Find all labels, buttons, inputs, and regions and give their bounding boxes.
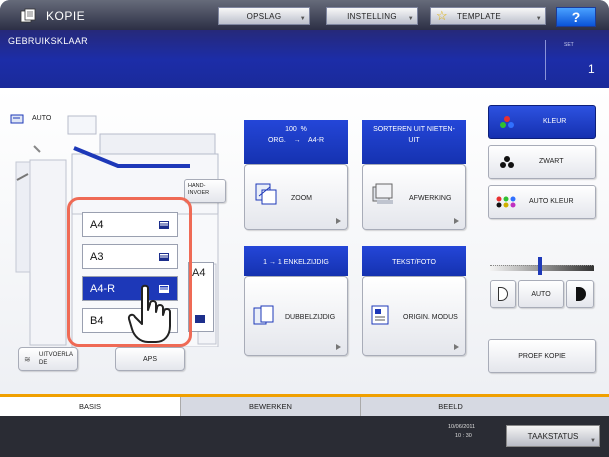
duplex-label: DUBBELZIJDIG: [285, 314, 336, 321]
side-tray-indicator: [195, 315, 205, 323]
original-mode-status-text: TEKST/FOTO: [392, 259, 436, 266]
aps-label: APS: [142, 355, 157, 363]
zoom-icon: [255, 183, 277, 205]
opslag-button[interactable]: OPSLAG ▼: [218, 7, 310, 25]
template-label: TEMPLATE: [457, 11, 502, 21]
original-mode-status: TEKST/FOTO: [362, 246, 466, 276]
half-circle-dark-icon: [576, 287, 586, 301]
copy-count: 1: [588, 62, 595, 76]
app-title: KOPIE: [46, 9, 86, 23]
kleur-label: KLEUR: [543, 118, 567, 125]
output-tray-label: UITVOERLA DE: [39, 352, 74, 366]
instelling-label: INSTELLING: [347, 11, 397, 21]
chevron-down-icon: ▼: [590, 438, 596, 444]
density-marker[interactable]: [538, 257, 542, 275]
density-darker-button[interactable]: [566, 280, 594, 308]
zwart-button[interactable]: ZWART: [488, 145, 596, 179]
chevron-down-icon: ▼: [407, 16, 414, 22]
paper-indicator-icon: [159, 221, 169, 229]
tab-beeld-label: BEELD: [438, 402, 463, 411]
zwart-label: ZWART: [539, 158, 564, 165]
star-icon: ☆: [436, 8, 448, 23]
set-divider: [545, 40, 546, 80]
density-scale: [490, 265, 594, 271]
tab-bewerken-label: BEWERKEN: [249, 402, 292, 411]
job-status-button[interactable]: TAAKSTATUS ▼: [506, 425, 600, 447]
template-button[interactable]: ☆ TEMPLATE ▼: [430, 7, 546, 25]
auto-kleur-button[interactable]: AUTO KLEUR: [488, 185, 596, 219]
arrow-right-icon: [454, 218, 459, 224]
tray-label: A4: [90, 218, 104, 231]
auto-color-icon: [496, 196, 516, 208]
tab-bewerken[interactable]: BEWERKEN: [180, 397, 360, 416]
output-tray-button[interactable]: ≋ UITVOERLA DE: [18, 347, 78, 371]
output-tray-icon: ≋: [24, 355, 31, 364]
duplex-status: 1 → 1 ENKELZIJDIG: [244, 246, 348, 276]
auto-kleur-label: AUTO KLEUR: [529, 198, 574, 205]
side-tray-label: A4: [192, 267, 206, 279]
instelling-button[interactable]: INSTELLING ▼: [326, 7, 418, 25]
tray-a3[interactable]: A3: [82, 244, 178, 269]
proof-copy-label: PROEF KOPIE: [518, 352, 566, 360]
arrow-right-icon: [454, 344, 459, 350]
tray-label: A3: [90, 250, 104, 263]
finishing-status-text: SORTEREN UIT NIETEN- UIT: [373, 126, 455, 144]
arrow-right-icon: [336, 218, 341, 224]
bypass-tray-button[interactable]: HAND- INVOER: [184, 179, 226, 203]
tray-label: A4-R: [90, 282, 116, 295]
density-lighter-button[interactable]: [490, 280, 516, 308]
status-message: GEBRUIKSKLAAR: [8, 36, 88, 46]
original-mode-button[interactable]: ORIGIN. MODUS: [362, 276, 466, 356]
black-dots-icon: [500, 156, 514, 168]
finishing-button[interactable]: AFWERKING: [362, 164, 466, 230]
finishing-label: AFWERKING: [409, 195, 452, 202]
job-status-label: TAAKSTATUS: [527, 431, 579, 441]
proof-copy-button[interactable]: PROEF KOPIE: [488, 339, 596, 373]
zoom-label: ZOOM: [291, 195, 312, 202]
duplex-status-text: 1 → 1 ENKELZIJDIG: [263, 259, 329, 266]
half-circle-light-icon: [498, 287, 508, 301]
help-button[interactable]: ?: [556, 7, 596, 27]
kleur-button[interactable]: KLEUR: [488, 105, 596, 139]
density-auto-label: AUTO: [531, 290, 551, 298]
time-display: 10 : 30: [455, 433, 472, 439]
duplex-button[interactable]: DUBBELZIJDIG: [244, 276, 348, 356]
original-mode-label: ORIGIN. MODUS: [403, 314, 458, 321]
tab-basis-label: BASIS: [78, 402, 102, 411]
finishing-icon: [372, 183, 393, 204]
header-bar: KOPIE OPSLAG ▼ INSTELLING ▼ ☆ TEMPLATE ▼ ? …: [0, 0, 609, 88]
paper-indicator-icon: [159, 253, 169, 261]
zoom-button[interactable]: ZOOM: [244, 164, 348, 230]
copy-app-icon: [20, 8, 36, 23]
finishing-status: SORTEREN UIT NIETEN- UIT: [362, 120, 466, 164]
density-auto-button[interactable]: AUTO: [518, 280, 564, 308]
tab-basis[interactable]: BASIS: [0, 397, 180, 416]
aps-button[interactable]: APS: [115, 347, 185, 371]
opslag-label: OPSLAG: [246, 11, 282, 21]
chevron-down-icon: ▼: [299, 16, 306, 22]
tab-beeld[interactable]: BEELD: [360, 397, 540, 416]
set-label: SET: [564, 42, 574, 48]
hand-pointer-icon: [127, 284, 171, 343]
tray-a4[interactable]: A4: [82, 212, 178, 237]
zoom-status: 100 % ORG. → A4-R: [244, 120, 348, 164]
date-display: 10/06/2011: [448, 424, 476, 430]
bypass-tray-label: HAND- INVOER: [188, 183, 210, 196]
original-mode-icon: [371, 305, 389, 325]
duplex-icon: [253, 305, 274, 325]
zoom-status-text: 100 % ORG. → A4-R: [267, 126, 324, 144]
arrow-right-icon: [336, 344, 341, 350]
tray-label: B4: [90, 314, 104, 327]
chevron-down-icon: ▼: [535, 16, 542, 22]
color-dots-icon: [500, 116, 514, 128]
